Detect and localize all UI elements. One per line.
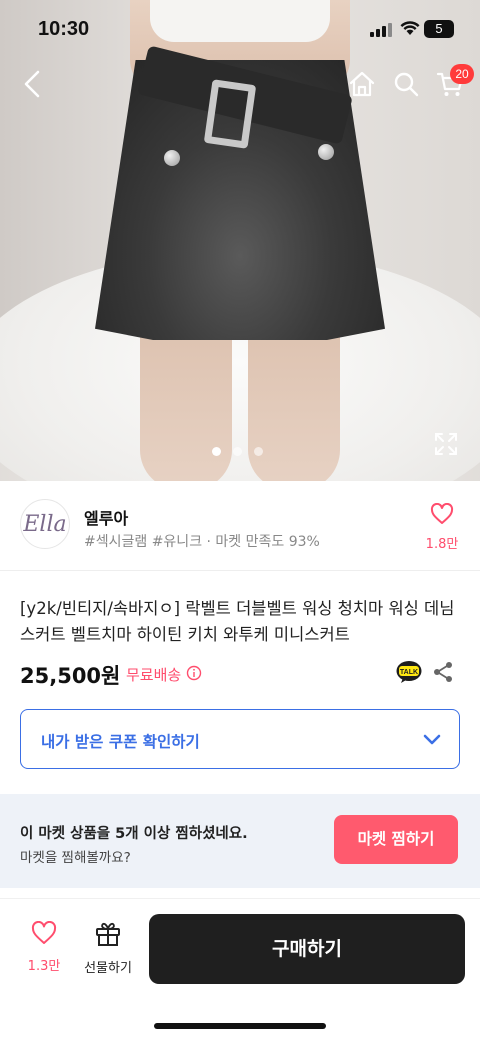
chevron-down-icon (421, 728, 443, 754)
shop-name[interactable]: 엘루아 (84, 505, 128, 529)
expand-icon (435, 433, 457, 455)
home-indicator[interactable] (154, 1023, 326, 1029)
home-button[interactable] (344, 66, 380, 102)
chevron-left-icon (24, 70, 40, 98)
search-icon (394, 72, 419, 97)
back-button[interactable] (14, 66, 50, 102)
product-like-count: 1.3만 (27, 959, 61, 974)
follow-banner-title: 이 마켓 상품을 5개 이상 찜하셨네요. (20, 826, 248, 842)
gift-button[interactable]: 선물하기 (80, 921, 136, 976)
product-like-button[interactable]: 1.3만 (20, 920, 68, 974)
shop-tags: #섹시글램 #유니크 · 마켓 만족도 93% (84, 534, 320, 550)
image-rivet-left (164, 150, 180, 166)
svg-text:TALK: TALK (400, 669, 418, 676)
heart-icon (31, 920, 57, 944)
follow-banner-subtitle: 마켓을 찜해볼까요? (20, 850, 131, 866)
cart-count-badge: 20 (450, 64, 474, 84)
expand-image-button[interactable] (432, 430, 460, 458)
talk-share-icon[interactable]: TALK (396, 660, 422, 688)
shipping-label: 무료배송 (126, 666, 182, 684)
shop-logo[interactable]: Ella (20, 499, 70, 549)
info-icon[interactable] (186, 665, 202, 685)
gallery-pagination (212, 447, 263, 456)
wifi-icon (400, 20, 420, 40)
shop-logo-text: Ella (23, 511, 67, 537)
status-time: 10:30 (38, 18, 90, 40)
shop-like-count: 1.8만 (425, 537, 459, 552)
shop-info[interactable]: Ella 엘루아 #섹시글램 #유니크 · 마켓 만족도 93% 1.8만 (0, 481, 480, 571)
home-icon (349, 71, 375, 97)
coupon-check-button[interactable]: 내가 받은 쿠폰 확인하기 (20, 709, 460, 769)
gallery-dot[interactable] (212, 447, 221, 456)
market-follow-banner: 이 마켓 상품을 5개 이상 찜하셨네요. 마켓을 찜해볼까요? 마켓 찜하기 (0, 794, 480, 888)
image-buckle (203, 79, 257, 149)
follow-market-button[interactable]: 마켓 찜하기 (334, 815, 458, 864)
gift-label: 선물하기 (84, 961, 132, 976)
image-rivet-right (318, 144, 334, 160)
signal-icon (370, 22, 392, 41)
battery-icon: 5 (424, 20, 454, 38)
coupon-label: 내가 받은 쿠폰 확인하기 (41, 733, 200, 751)
shop-like-button[interactable]: 1.8만 (420, 502, 464, 552)
heart-icon (430, 502, 454, 524)
share-icon[interactable] (432, 661, 454, 687)
search-button[interactable] (388, 66, 424, 102)
buy-button[interactable]: 구매하기 (149, 914, 465, 984)
gallery-dot[interactable] (254, 447, 263, 456)
gift-icon (96, 922, 120, 946)
product-title: [y2k/빈티지/속바지ㅇ] 락벨트 더블벨트 워싱 청치마 워싱 데님 스커트… (20, 599, 455, 644)
product-price: 25,500원 (20, 664, 121, 688)
status-bar: 10:30 5 (0, 0, 480, 60)
bottom-action-bar: 1.3만 선물하기 구매하기 (0, 898, 480, 1039)
gallery-dot[interactable] (233, 447, 242, 456)
